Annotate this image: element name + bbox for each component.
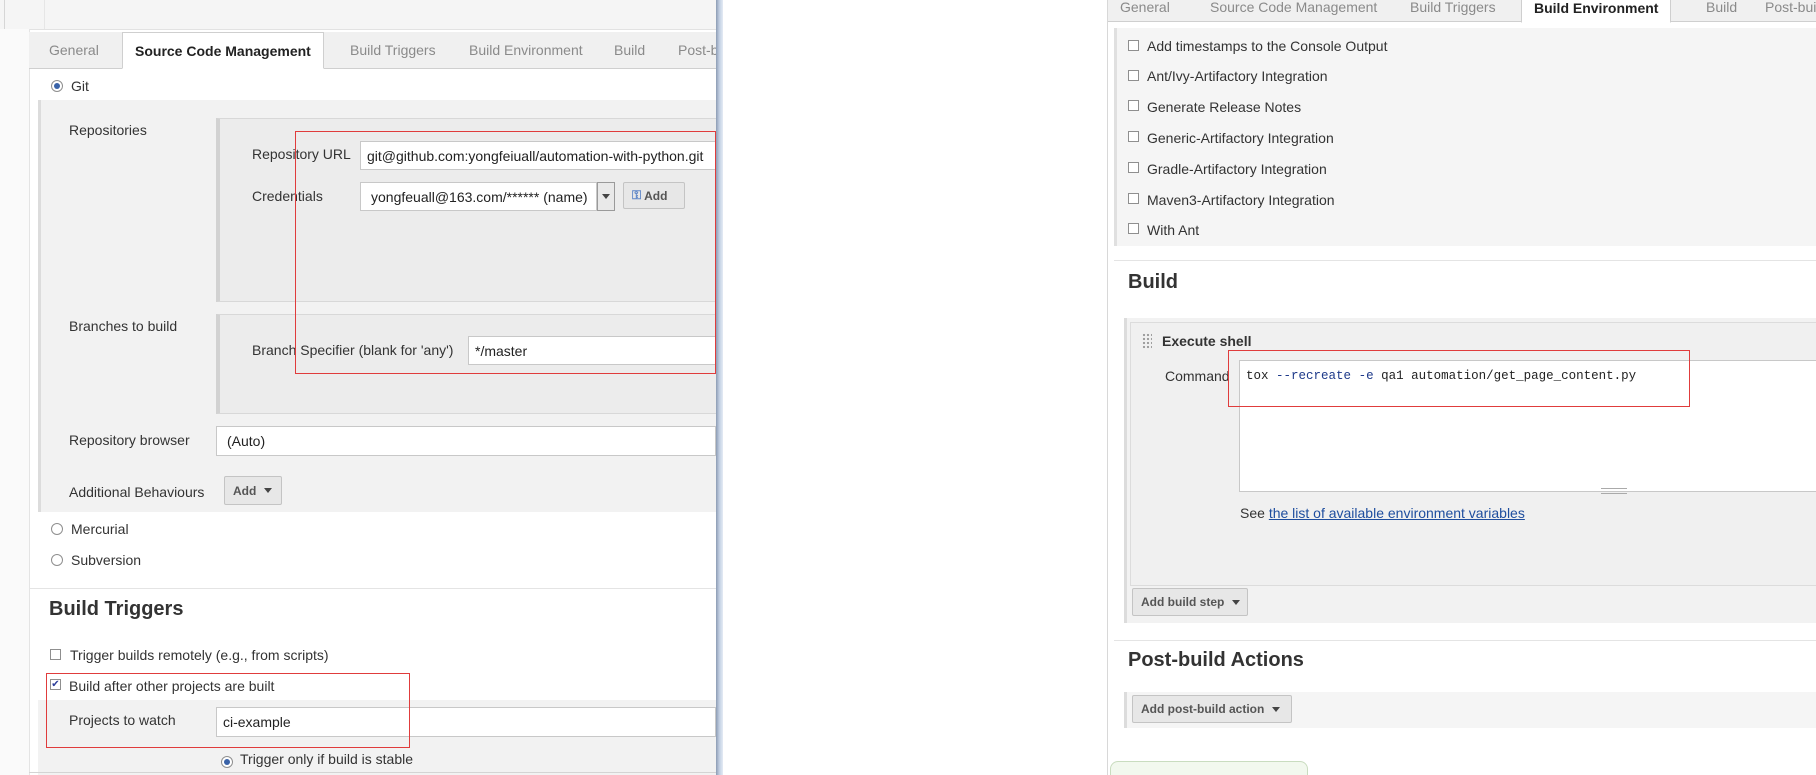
env-option-label: Generate Release Notes	[1147, 99, 1302, 115]
post-build-title: Post-build Actions	[1128, 649, 1304, 671]
left-gutter-line-2	[44, 0, 45, 29]
tab-build-environment[interactable]: Build Environment	[1521, 0, 1672, 23]
window-divider	[716, 0, 723, 775]
trigger-stable-label: Trigger only if build is stable	[240, 751, 414, 767]
mercurial-radio[interactable]	[51, 523, 63, 535]
chevron-down-icon	[1232, 599, 1241, 605]
env-option-label: Ant/Ivy-Artifactory Integration	[1147, 68, 1328, 84]
additional-behaviours-label: Additional Behaviours	[69, 484, 205, 500]
tab-general[interactable]: General	[1108, 0, 1182, 21]
build-title: Build	[1128, 271, 1178, 293]
right-config-tabs: General Source Code Management Build Tri…	[1108, 0, 1816, 23]
env-option-label: Gradle-Artifactory Integration	[1147, 161, 1327, 177]
env-option-checkbox[interactable]	[1128, 100, 1139, 111]
footer-tab	[1110, 761, 1308, 775]
execute-shell-title: Execute shell	[1162, 333, 1252, 349]
textarea-resize-grip[interactable]	[1601, 488, 1627, 494]
tab-source-code-management[interactable]: Source Code Management	[122, 32, 324, 69]
chevron-down-icon	[264, 488, 273, 493]
build-triggers-title: Build Triggers	[49, 598, 184, 620]
tab-build-triggers[interactable]: Build Triggers	[1398, 0, 1508, 21]
tab-build[interactable]: Build	[602, 32, 657, 68]
subversion-label: Subversion	[71, 552, 142, 568]
mercurial-label: Mercurial	[71, 521, 129, 537]
section-divider	[1114, 260, 1816, 261]
add-behaviour-button[interactable]: Add	[224, 476, 282, 505]
trigger-remotely-checkbox[interactable]	[50, 649, 61, 660]
env-option-checkbox[interactable]	[1128, 40, 1139, 51]
repositories-label: Repositories	[69, 122, 147, 138]
env-option-checkbox[interactable]	[1128, 193, 1139, 204]
tab-post-build[interactable]: Post-build	[1753, 0, 1816, 21]
left-window-topbar	[0, 0, 716, 30]
env-vars-link[interactable]: the list of available environment variab…	[1269, 505, 1525, 521]
env-option-checkbox[interactable]	[1128, 223, 1139, 234]
tab-source-code-management[interactable]: Source Code Management	[1198, 0, 1389, 21]
highlight-box-command	[1228, 350, 1690, 407]
branches-to-build-label: Branches to build	[69, 318, 178, 334]
highlight-box-repository	[295, 131, 716, 374]
env-options-list: Add timestamps to the Console Output Ant…	[1128, 38, 1728, 242]
tab-build-environment[interactable]: Build Environment	[457, 32, 595, 68]
left-gutter-line	[4, 0, 5, 29]
drag-handle-icon[interactable]	[1142, 333, 1152, 349]
tab-general[interactable]: General	[37, 32, 111, 68]
repository-browser-label: Repository browser	[69, 432, 190, 448]
add-build-step-button[interactable]: Add build step	[1132, 588, 1248, 616]
git-radio[interactable]	[51, 80, 63, 92]
tab-post-build[interactable]: Post-b	[666, 32, 716, 68]
trigger-stable-radio[interactable]	[221, 756, 233, 768]
bottom-line	[29, 772, 716, 773]
chevron-down-icon	[1272, 706, 1281, 712]
see-label: See	[1240, 505, 1265, 521]
left-gutter	[0, 29, 30, 775]
env-option-checkbox[interactable]	[1128, 70, 1139, 81]
section-divider	[29, 588, 716, 589]
left-panel: General Source Code Management Build Tri…	[0, 0, 716, 775]
env-option-label: With Ant	[1147, 222, 1200, 238]
subversion-radio[interactable]	[51, 554, 63, 566]
highlight-box-build-after	[46, 673, 410, 748]
env-option-label: Add timestamps to the Console Output	[1147, 38, 1388, 54]
git-label: Git	[71, 78, 89, 94]
command-label: Command	[1165, 368, 1230, 384]
tab-build-triggers[interactable]: Build Triggers	[338, 32, 448, 68]
see-env-vars-text: See the list of available environment va…	[1240, 505, 1525, 521]
trigger-remotely-label: Trigger builds remotely (e.g., from scri…	[70, 647, 329, 663]
section-divider	[1114, 640, 1816, 641]
env-option-checkbox[interactable]	[1128, 131, 1139, 142]
repository-browser-select[interactable]: (Auto)	[216, 426, 716, 456]
env-option-label: Maven3-Artifactory Integration	[1147, 192, 1335, 208]
tab-build[interactable]: Build	[1694, 0, 1749, 21]
right-panel: General Source Code Management Build Tri…	[1107, 0, 1816, 775]
add-post-build-action-button[interactable]: Add post-build action	[1132, 695, 1292, 723]
left-config-tabs: General Source Code Management Build Tri…	[29, 32, 716, 69]
env-option-label: Generic-Artifactory Integration	[1147, 130, 1334, 146]
env-option-checkbox[interactable]	[1128, 162, 1139, 173]
